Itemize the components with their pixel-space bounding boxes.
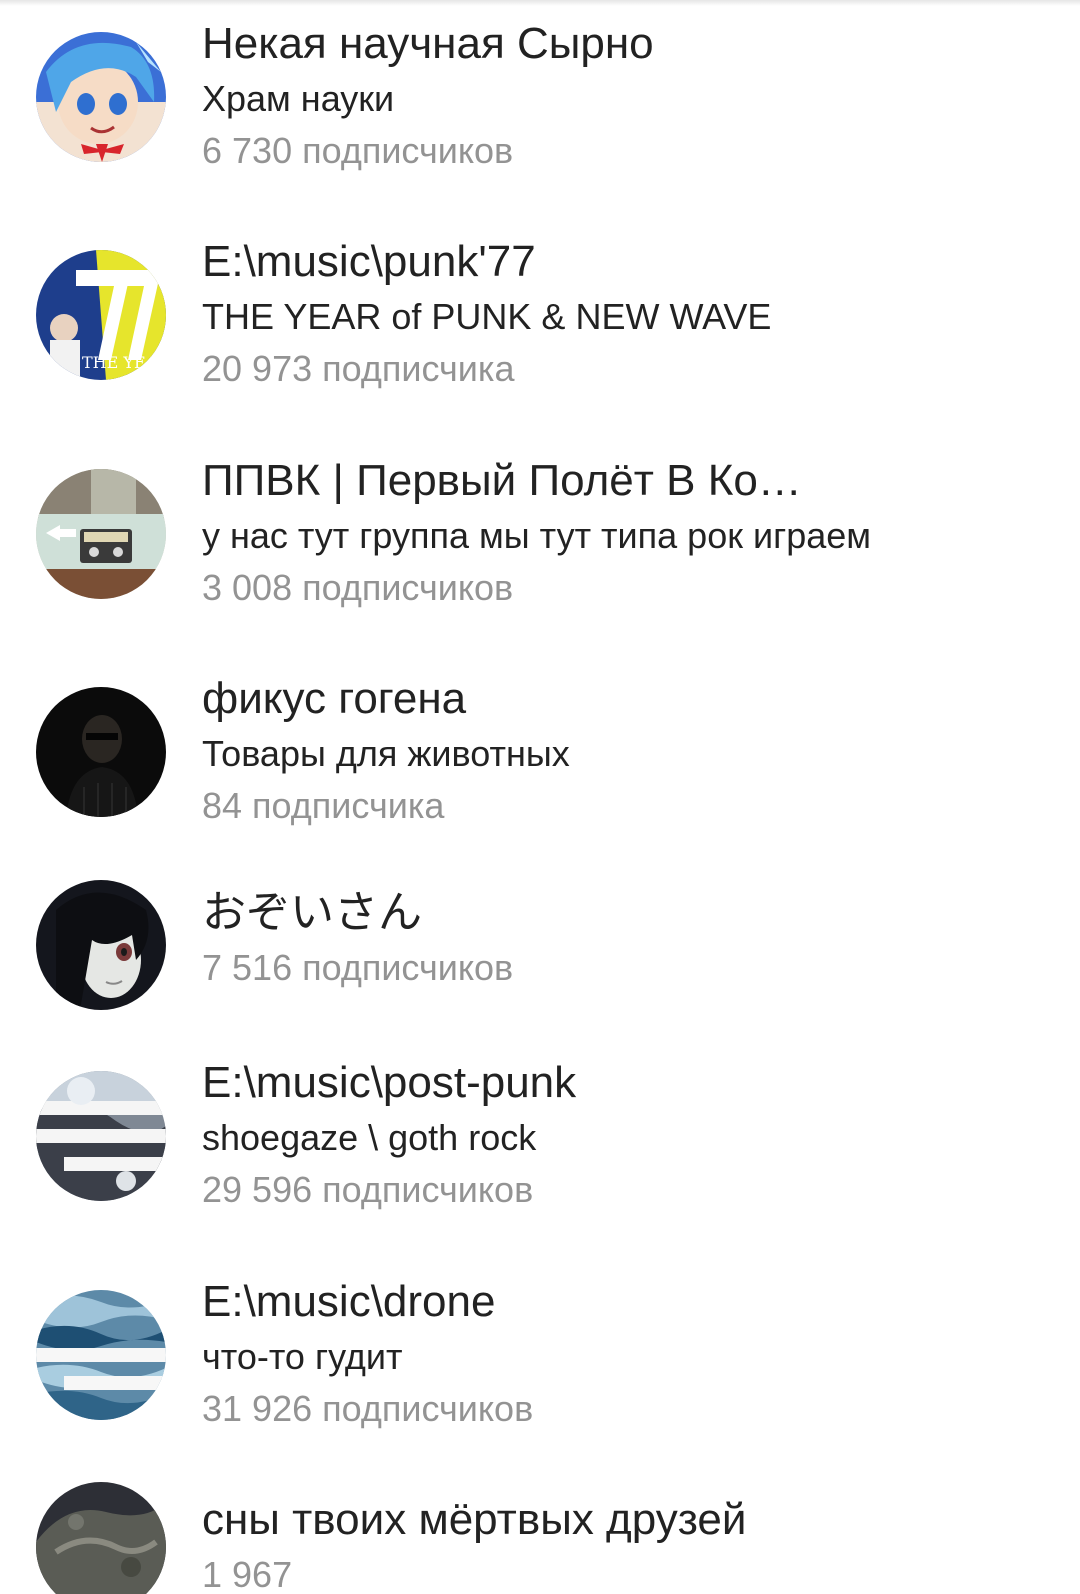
postpunk-avatar-icon[interactable] bbox=[36, 1071, 166, 1201]
drone-waves-avatar-icon[interactable] bbox=[36, 1290, 166, 1420]
group-item[interactable]: сны твоих мёртвых друзей 1 967 bbox=[0, 1476, 1080, 1594]
group-info: E:\music\punk'77 THE YEAR of PUNK & NEW … bbox=[202, 235, 1042, 395]
anime-girl-avatar-icon[interactable] bbox=[36, 32, 166, 162]
punk77-avatar-text: THE YEA bbox=[82, 353, 158, 372]
group-members-count: 7 516 подписчиков bbox=[202, 947, 514, 988]
group-subtitle: Товары для животных bbox=[202, 733, 570, 774]
group-subtitle: THE YEAR of PUNK & NEW WAVE bbox=[202, 296, 772, 337]
group-title: おぞいさん bbox=[202, 888, 422, 937]
group-members-count: 1 967 bbox=[202, 1554, 293, 1594]
group-info: E:\music\post-punk shoegaze \ goth rock … bbox=[202, 1056, 1042, 1216]
group-info: фикус гогена Товары для животных 84 подп… bbox=[202, 672, 1042, 832]
group-info: ППВК | Первый Полёт В Ко… у нас тут груп… bbox=[202, 454, 1042, 614]
group-title: E:\music\post-punk bbox=[202, 1058, 577, 1107]
cassette-avatar-icon[interactable] bbox=[36, 469, 166, 599]
group-members-count: 84 подписчика bbox=[202, 785, 445, 826]
group-item[interactable]: THE YEA E:\music\punk'77 THE YEAR of PUN… bbox=[0, 218, 1080, 418]
group-members-count: 31 926 подписчиков bbox=[202, 1388, 534, 1429]
group-item[interactable]: Некая научная Сырно Храм науки 6 730 под… bbox=[0, 0, 1080, 200]
group-subtitle: shoegaze \ goth rock bbox=[202, 1117, 537, 1158]
group-info: сны твоих мёртвых друзей 1 967 bbox=[202, 1493, 1042, 1594]
dark-portrait-avatar-icon[interactable] bbox=[36, 687, 166, 817]
group-title: сны твоих мёртвых друзей bbox=[202, 1495, 747, 1544]
anime-dark-hair-avatar-icon[interactable] bbox=[36, 880, 166, 1010]
group-item[interactable]: おぞいさん 7 516 подписчиков bbox=[0, 874, 1080, 1034]
group-subtitle: что-то гудит bbox=[202, 1336, 403, 1377]
group-item[interactable]: E:\music\drone что-то гудит 31 926 подпи… bbox=[0, 1258, 1080, 1458]
group-subtitle: Храм науки bbox=[202, 78, 395, 119]
group-item[interactable]: E:\music\post-punk shoegaze \ goth rock … bbox=[0, 1039, 1080, 1239]
group-info: おぞいさん 7 516 подписчиков bbox=[202, 886, 1042, 994]
group-info: E:\music\drone что-то гудит 31 926 подпи… bbox=[202, 1275, 1042, 1435]
group-members-count: 6 730 подписчиков bbox=[202, 130, 514, 171]
group-item[interactable]: ППВК | Первый Полёт В Ко… у нас тут груп… bbox=[0, 437, 1080, 637]
group-members-count: 20 973 подписчика bbox=[202, 348, 515, 389]
group-title: E:\music\punk'77 bbox=[202, 237, 536, 286]
group-info: Некая научная Сырно Храм науки 6 730 под… bbox=[202, 17, 1042, 177]
group-members-count: 3 008 подписчиков bbox=[202, 567, 514, 608]
group-title: фикус гогена bbox=[202, 674, 467, 723]
group-title: ППВК | Первый Полёт В Ко… bbox=[202, 456, 802, 505]
group-title: Некая научная Сырно bbox=[202, 19, 654, 68]
rock-texture-avatar-icon[interactable] bbox=[36, 1482, 166, 1594]
group-members-count: 29 596 подписчиков bbox=[202, 1169, 534, 1210]
communities-screen: Некая научная Сырно Храм науки 6 730 под… bbox=[0, 0, 1080, 1594]
punk77-avatar-icon[interactable]: THE YEA bbox=[36, 250, 166, 380]
group-title: E:\music\drone bbox=[202, 1277, 496, 1326]
group-item[interactable]: фикус гогена Товары для животных 84 подп… bbox=[0, 655, 1080, 855]
group-subtitle: у нас тут группа мы тут типа рок играем bbox=[202, 515, 872, 556]
